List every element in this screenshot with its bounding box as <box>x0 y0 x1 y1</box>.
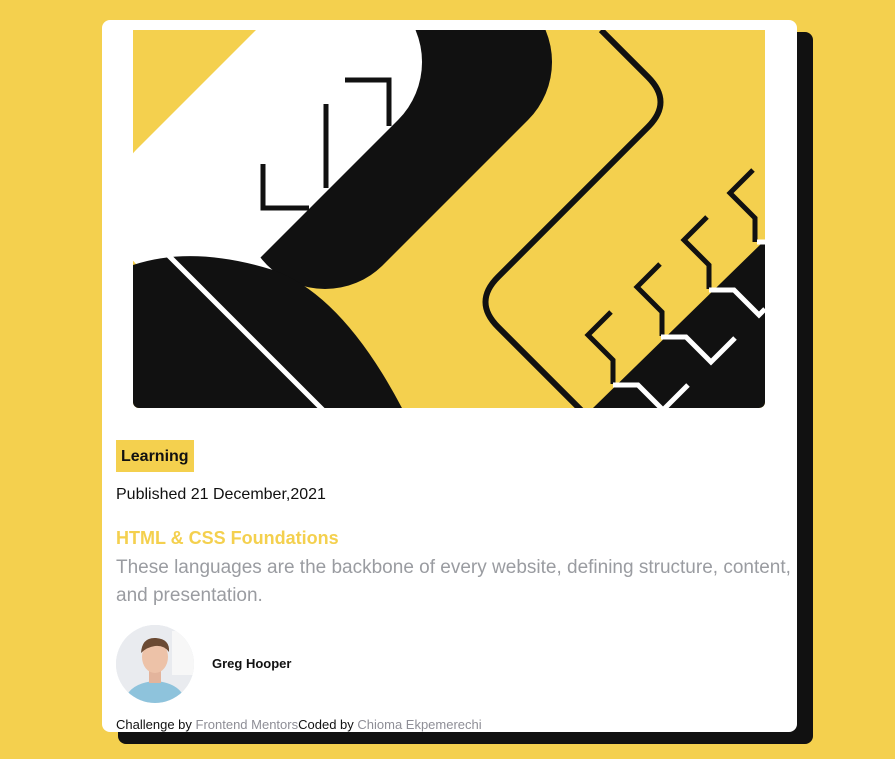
coded-prefix: Coded by <box>298 717 358 732</box>
frontend-mentor-link[interactable]: Frontend Mentors <box>196 717 299 732</box>
author-link[interactable]: Chioma Ekpemerechi <box>357 717 481 732</box>
article-title[interactable]: HTML & CSS Foundations <box>116 528 339 549</box>
blog-preview-card: Learning Published 21 December,2021 HTML… <box>102 20 797 732</box>
category-tag: Learning <box>116 440 194 472</box>
author-name: Greg Hooper <box>212 656 292 671</box>
article-description: These languages are the backbone of ever… <box>116 557 791 606</box>
challenge-prefix: Challenge by <box>116 717 196 732</box>
person-photo-icon <box>116 625 194 703</box>
hero-illustration <box>133 30 765 408</box>
publish-date: Published 21 December,2021 <box>116 486 326 503</box>
avatar <box>116 625 194 703</box>
attribution: Challenge by Frontend MentorsCoded by Ch… <box>116 717 482 732</box>
